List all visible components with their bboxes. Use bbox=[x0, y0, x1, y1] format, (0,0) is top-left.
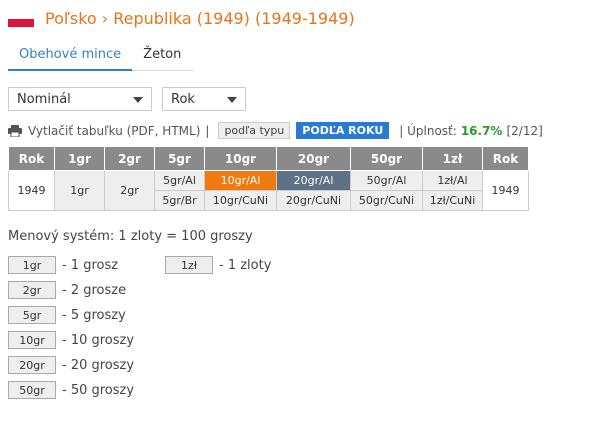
print-table-link[interactable]: Vytlačiť tabuľku (PDF, HTML) bbox=[28, 124, 200, 138]
coin-cell-5gr-al[interactable]: 5gr/Al bbox=[154, 170, 205, 191]
column-header: 10gr bbox=[204, 146, 277, 171]
legend-desc: - 20 groszy bbox=[62, 357, 135, 373]
legend-desc: - 10 groszy bbox=[62, 332, 135, 348]
legend-chip[interactable]: 10gr bbox=[8, 331, 56, 349]
toolbar-separator: | bbox=[205, 123, 210, 138]
by-year-button[interactable]: PODĽA ROKU bbox=[296, 122, 390, 139]
coin-cell-5gr-br[interactable]: 5gr/Br bbox=[154, 190, 205, 211]
legend-item: 50gr - 50 groszy bbox=[8, 381, 134, 399]
printer-icon[interactable] bbox=[8, 124, 22, 137]
legend-desc: - 1 grosz bbox=[62, 257, 119, 273]
completeness-percent: 16.7% bbox=[460, 123, 503, 138]
coin-cell-10gr-cuni[interactable]: 10gr/CuNi bbox=[204, 190, 277, 211]
column-header: 2gr bbox=[104, 146, 155, 171]
chevron-down-icon bbox=[133, 97, 143, 103]
by-type-button[interactable]: podľa typu bbox=[218, 122, 291, 139]
completeness-label: | Úplnosť: bbox=[399, 123, 457, 138]
coin-cell-1gr[interactable]: 1gr bbox=[54, 170, 105, 211]
legend-desc: - 50 groszy bbox=[62, 382, 135, 398]
column-header: 5gr bbox=[154, 146, 205, 171]
coin-cell-50gr-cuni[interactable]: 50gr/CuNi bbox=[350, 190, 423, 211]
column-header: 20gr bbox=[276, 146, 351, 171]
legend-chip[interactable]: 1zł bbox=[165, 256, 213, 274]
column-header: 50gr bbox=[350, 146, 423, 171]
coin-table: Rok 1gr 2gr 5gr 10gr 20gr 50gr 1zł Rok 1… bbox=[8, 146, 529, 211]
legend-desc: - 1 zloty bbox=[219, 257, 272, 273]
tab-circulation-coins[interactable]: Obehové mince bbox=[8, 44, 133, 71]
poland-flag-icon bbox=[8, 10, 34, 27]
legend-desc: - 5 groszy bbox=[62, 307, 126, 323]
column-header: Rok bbox=[482, 146, 529, 171]
monetary-system-text: Menový systém: 1 zloty = 100 groszy bbox=[8, 229, 253, 244]
table-toolbar: Vytlačiť tabuľku (PDF, HTML) | podľa typ… bbox=[8, 122, 543, 139]
legend-chip[interactable]: 5gr bbox=[8, 306, 56, 324]
year-cell[interactable]: 1949 bbox=[8, 170, 55, 211]
coin-cell-50gr-al[interactable]: 50gr/Al bbox=[350, 170, 423, 191]
column-header: 1zł bbox=[422, 146, 483, 171]
table-header-row: Rok 1gr 2gr 5gr 10gr 20gr 50gr 1zł Rok bbox=[8, 146, 529, 171]
coin-cell-20gr-cuni[interactable]: 20gr/CuNi bbox=[276, 190, 351, 211]
table-row: 1949 1gr 2gr 5gr/Al 10gr/Al 20gr/Al 50gr… bbox=[8, 170, 529, 211]
legend-item: 1zł - 1 zloty bbox=[165, 256, 271, 274]
legend-item: 10gr - 10 groszy bbox=[8, 331, 134, 349]
coin-cell-20gr-al[interactable]: 20gr/Al bbox=[276, 170, 351, 191]
coin-cell-2gr[interactable]: 2gr bbox=[104, 170, 155, 211]
legend-item: 20gr - 20 groszy bbox=[8, 356, 134, 374]
legend-item: 1gr - 1 grosz bbox=[8, 256, 118, 274]
legend-item: 5gr - 5 groszy bbox=[8, 306, 126, 324]
denomination-select[interactable]: Nominál bbox=[8, 87, 152, 111]
coin-cell-1zl-al[interactable]: 1zł/Al bbox=[422, 170, 483, 191]
chevron-down-icon bbox=[227, 97, 237, 103]
page-header: Poľsko › Republika (1949) (1949-1949) bbox=[8, 9, 355, 28]
coin-cell-1zl-cuni[interactable]: 1zł/CuNi bbox=[422, 190, 483, 211]
denomination-select-value: Nominál bbox=[17, 92, 71, 107]
legend-chip[interactable]: 1gr bbox=[8, 256, 56, 274]
completeness-count: [2/12] bbox=[506, 123, 543, 138]
page-title: Poľsko › Republika (1949) (1949-1949) bbox=[45, 9, 355, 28]
column-header: 1gr bbox=[54, 146, 105, 171]
coin-cell-10gr-al[interactable]: 10gr/Al bbox=[204, 170, 277, 191]
column-header: Rok bbox=[8, 146, 55, 171]
year-select-value: Rok bbox=[171, 92, 195, 107]
legend-chip[interactable]: 20gr bbox=[8, 356, 56, 374]
legend-desc: - 2 grosze bbox=[62, 282, 127, 298]
legend-item: 2gr - 2 grosze bbox=[8, 281, 126, 299]
tab-bar: Obehové mince Žeton bbox=[8, 44, 194, 71]
tab-token[interactable]: Žeton bbox=[132, 44, 192, 70]
year-cell[interactable]: 1949 bbox=[482, 170, 529, 211]
legend-chip[interactable]: 50gr bbox=[8, 381, 56, 399]
year-select[interactable]: Rok bbox=[162, 87, 246, 111]
legend-chip[interactable]: 2gr bbox=[8, 281, 56, 299]
